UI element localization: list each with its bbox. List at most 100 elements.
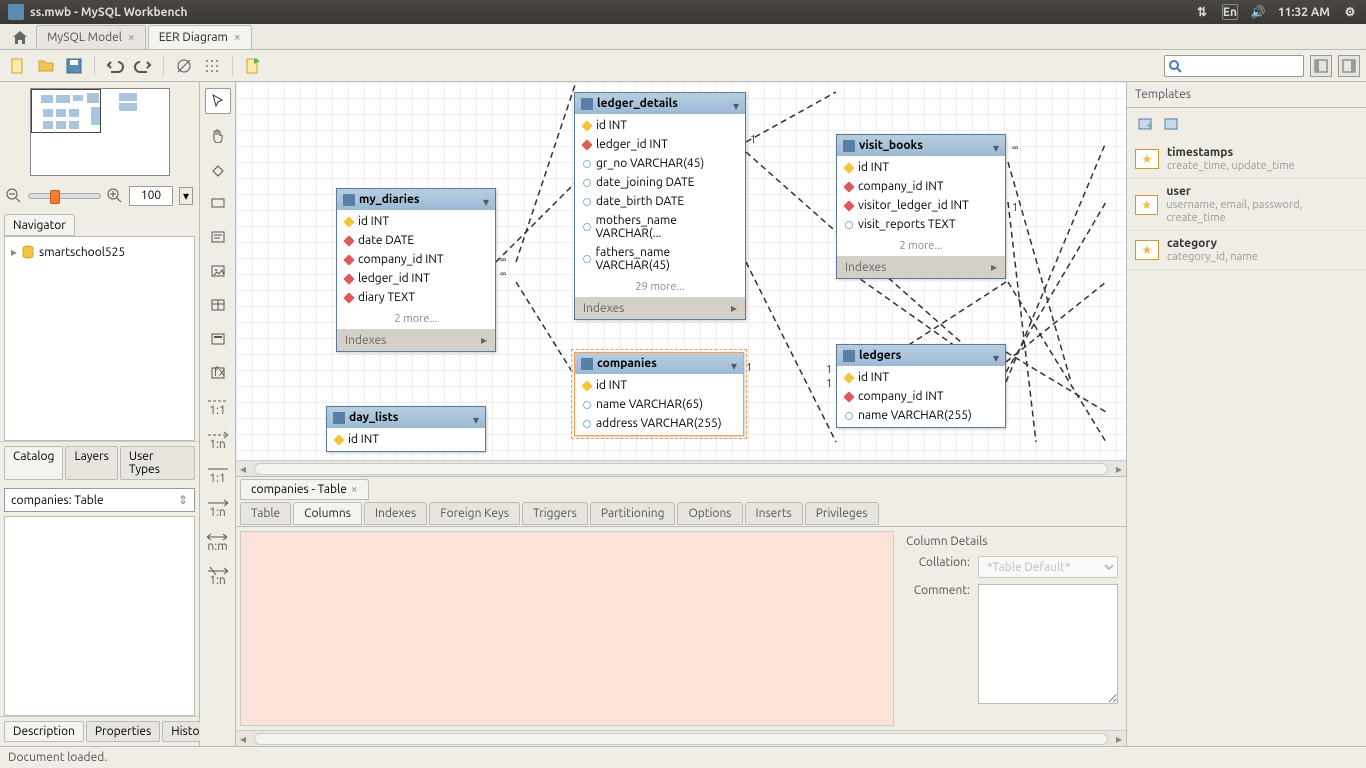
diagram-overview[interactable] <box>0 82 199 182</box>
chevron-right-icon[interactable]: ▸ <box>991 260 997 274</box>
editor-hscrollbar[interactable]: ◂▸ <box>236 730 1126 746</box>
column-row[interactable]: date_joining DATE <box>575 173 745 192</box>
collation-select[interactable]: *Table Default* <box>978 556 1118 578</box>
subtab-foreign-keys[interactable]: Foreign Keys <box>429 502 520 525</box>
column-row[interactable]: ledger_id INT <box>575 135 745 154</box>
template-item[interactable]: ★userusername, email, password, create_t… <box>1127 179 1366 231</box>
column-row[interactable]: diary TEXT <box>337 288 495 307</box>
eraser-tool[interactable] <box>205 156 231 182</box>
column-row[interactable]: id INT <box>837 368 1005 387</box>
entity-visit-books[interactable]: visit_books▾ id INTcompany_id INTvisitor… <box>836 134 1006 279</box>
rel-1n-id-tool[interactable]: 1:n <box>205 496 231 522</box>
search-input[interactable] <box>1164 55 1304 77</box>
close-icon[interactable]: × <box>128 31 135 44</box>
column-row[interactable]: id INT <box>575 116 745 135</box>
column-row[interactable]: name VARCHAR(65) <box>575 395 743 414</box>
redo-button[interactable] <box>131 54 155 78</box>
chevron-down-icon[interactable]: ▾ <box>731 359 737 373</box>
tab-user-types[interactable]: User Types <box>120 446 195 480</box>
schema-item[interactable]: ▸ smartschool525 <box>11 243 188 261</box>
zoom-slider[interactable] <box>28 193 101 199</box>
chevron-down-icon[interactable]: ▾ <box>483 195 489 209</box>
zoom-out-button[interactable] <box>6 188 22 204</box>
new-template-button[interactable]: + <box>1135 114 1155 134</box>
rel-11-id-tool[interactable]: 1:1 <box>205 462 231 488</box>
export-button[interactable] <box>241 54 265 78</box>
chevron-down-icon[interactable]: ▾ <box>473 413 479 427</box>
zoom-in-button[interactable] <box>107 188 123 204</box>
entity-my-diaries[interactable]: my_diaries▾ id INTdate DATEcompany_id IN… <box>336 188 496 352</box>
rel-existing-tool[interactable]: 1:n <box>205 564 231 590</box>
close-icon[interactable]: × <box>234 31 241 44</box>
canvas-hscrollbar[interactable]: ◂▸ <box>236 460 1126 476</box>
navigator-tab[interactable]: Navigator <box>4 214 75 236</box>
template-list-button[interactable] <box>1161 114 1181 134</box>
toggle-right-panel-button[interactable] <box>1338 55 1360 77</box>
open-file-button[interactable] <box>34 54 58 78</box>
toggle-grid-button[interactable] <box>172 54 196 78</box>
template-item[interactable]: ★categorycategory_id, name <box>1127 231 1366 270</box>
save-button[interactable] <box>62 54 86 78</box>
entity-ledger-details[interactable]: ledger_details▾ id INTledger_id INTgr_no… <box>574 92 746 320</box>
chevron-down-icon[interactable]: ▾ <box>733 99 739 113</box>
tab-eer-diagram[interactable]: EER Diagram× <box>148 25 252 49</box>
chevron-right-icon[interactable]: ▸ <box>731 301 737 315</box>
new-file-button[interactable] <box>6 54 30 78</box>
subtab-partitioning[interactable]: Partitioning <box>590 502 676 525</box>
column-row[interactable]: date_birth DATE <box>575 192 745 211</box>
subtab-columns[interactable]: Columns <box>293 502 362 525</box>
volume-icon[interactable]: 🔊 <box>1250 4 1266 20</box>
tab-properties[interactable]: Properties <box>86 721 160 742</box>
subtab-indexes[interactable]: Indexes <box>364 502 427 525</box>
undo-button[interactable] <box>103 54 127 78</box>
column-row[interactable]: id INT <box>837 158 1005 177</box>
object-selector[interactable]: companies: Table ⇕ <box>4 488 195 512</box>
close-icon[interactable]: × <box>351 483 358 496</box>
column-row[interactable]: company_id INT <box>337 250 495 269</box>
entity-day-lists[interactable]: day_lists▾ id INT <box>326 406 486 452</box>
network-icon[interactable]: ⇅ <box>1194 4 1210 20</box>
chevron-down-icon[interactable]: ▾ <box>993 141 999 155</box>
home-button[interactable] <box>8 27 32 49</box>
column-row[interactable]: company_id INT <box>837 387 1005 406</box>
tab-catalog[interactable]: Catalog <box>4 446 63 480</box>
routine-tool[interactable]: fx <box>205 360 231 386</box>
subtab-table[interactable]: Table <box>240 502 291 525</box>
eer-canvas[interactable]: 1 ∞ ∞ 1 1 ∞ 1 1 my_diaries▾ id INTdate D… <box>236 82 1126 460</box>
column-row[interactable]: visit_reports TEXT <box>837 215 1005 234</box>
schema-tree[interactable]: ▸ smartschool525 <box>4 236 195 441</box>
column-row[interactable]: gr_no VARCHAR(45) <box>575 154 745 173</box>
pointer-tool[interactable] <box>205 88 231 114</box>
column-row[interactable]: id INT <box>337 212 495 231</box>
tab-description[interactable]: Description <box>4 721 84 742</box>
gear-icon[interactable]: ⚙ <box>1342 4 1358 20</box>
text-tool[interactable] <box>205 224 231 250</box>
column-row[interactable]: mothers_name VARCHAR(... <box>575 211 745 243</box>
entity-ledgers[interactable]: ledgers▾ id INTcompany_id INTname VARCHA… <box>836 344 1006 428</box>
view-tool[interactable] <box>205 326 231 352</box>
column-row[interactable]: name VARCHAR(255) <box>837 406 1005 425</box>
toggle-left-panel-button[interactable] <box>1310 55 1332 77</box>
rel-11-nonid-tool[interactable]: 1:1 <box>205 394 231 420</box>
column-row[interactable]: id INT <box>575 376 743 395</box>
subtab-privileges[interactable]: Privileges <box>805 502 879 525</box>
column-row[interactable]: id INT <box>327 430 485 449</box>
lang-indicator[interactable]: En <box>1222 4 1238 20</box>
columns-grid[interactable] <box>240 531 894 726</box>
entity-companies[interactable]: companies▾ id INTname VARCHAR(65)address… <box>574 352 744 436</box>
rel-1n-nonid-tool[interactable]: 1:n <box>205 428 231 454</box>
tab-mysql-model[interactable]: MySQL Model× <box>36 25 146 49</box>
zoom-value[interactable]: 100 <box>129 186 173 206</box>
column-row[interactable]: ledger_id INT <box>337 269 495 288</box>
subtab-triggers[interactable]: Triggers <box>522 502 588 525</box>
chevron-down-icon[interactable]: ▾ <box>993 351 999 365</box>
editor-tab[interactable]: companies - Table× <box>240 479 369 500</box>
layer-tool[interactable] <box>205 190 231 216</box>
zoom-dropdown[interactable]: ▾ <box>179 187 193 205</box>
template-item[interactable]: ★timestampscreate_time, update_time <box>1127 140 1366 179</box>
tab-layers[interactable]: Layers <box>65 446 117 480</box>
column-row[interactable]: visitor_ledger_id INT <box>837 196 1005 215</box>
chevron-right-icon[interactable]: ▸ <box>481 333 487 347</box>
subtab-inserts[interactable]: Inserts <box>745 502 803 525</box>
column-row[interactable]: address VARCHAR(255) <box>575 414 743 433</box>
